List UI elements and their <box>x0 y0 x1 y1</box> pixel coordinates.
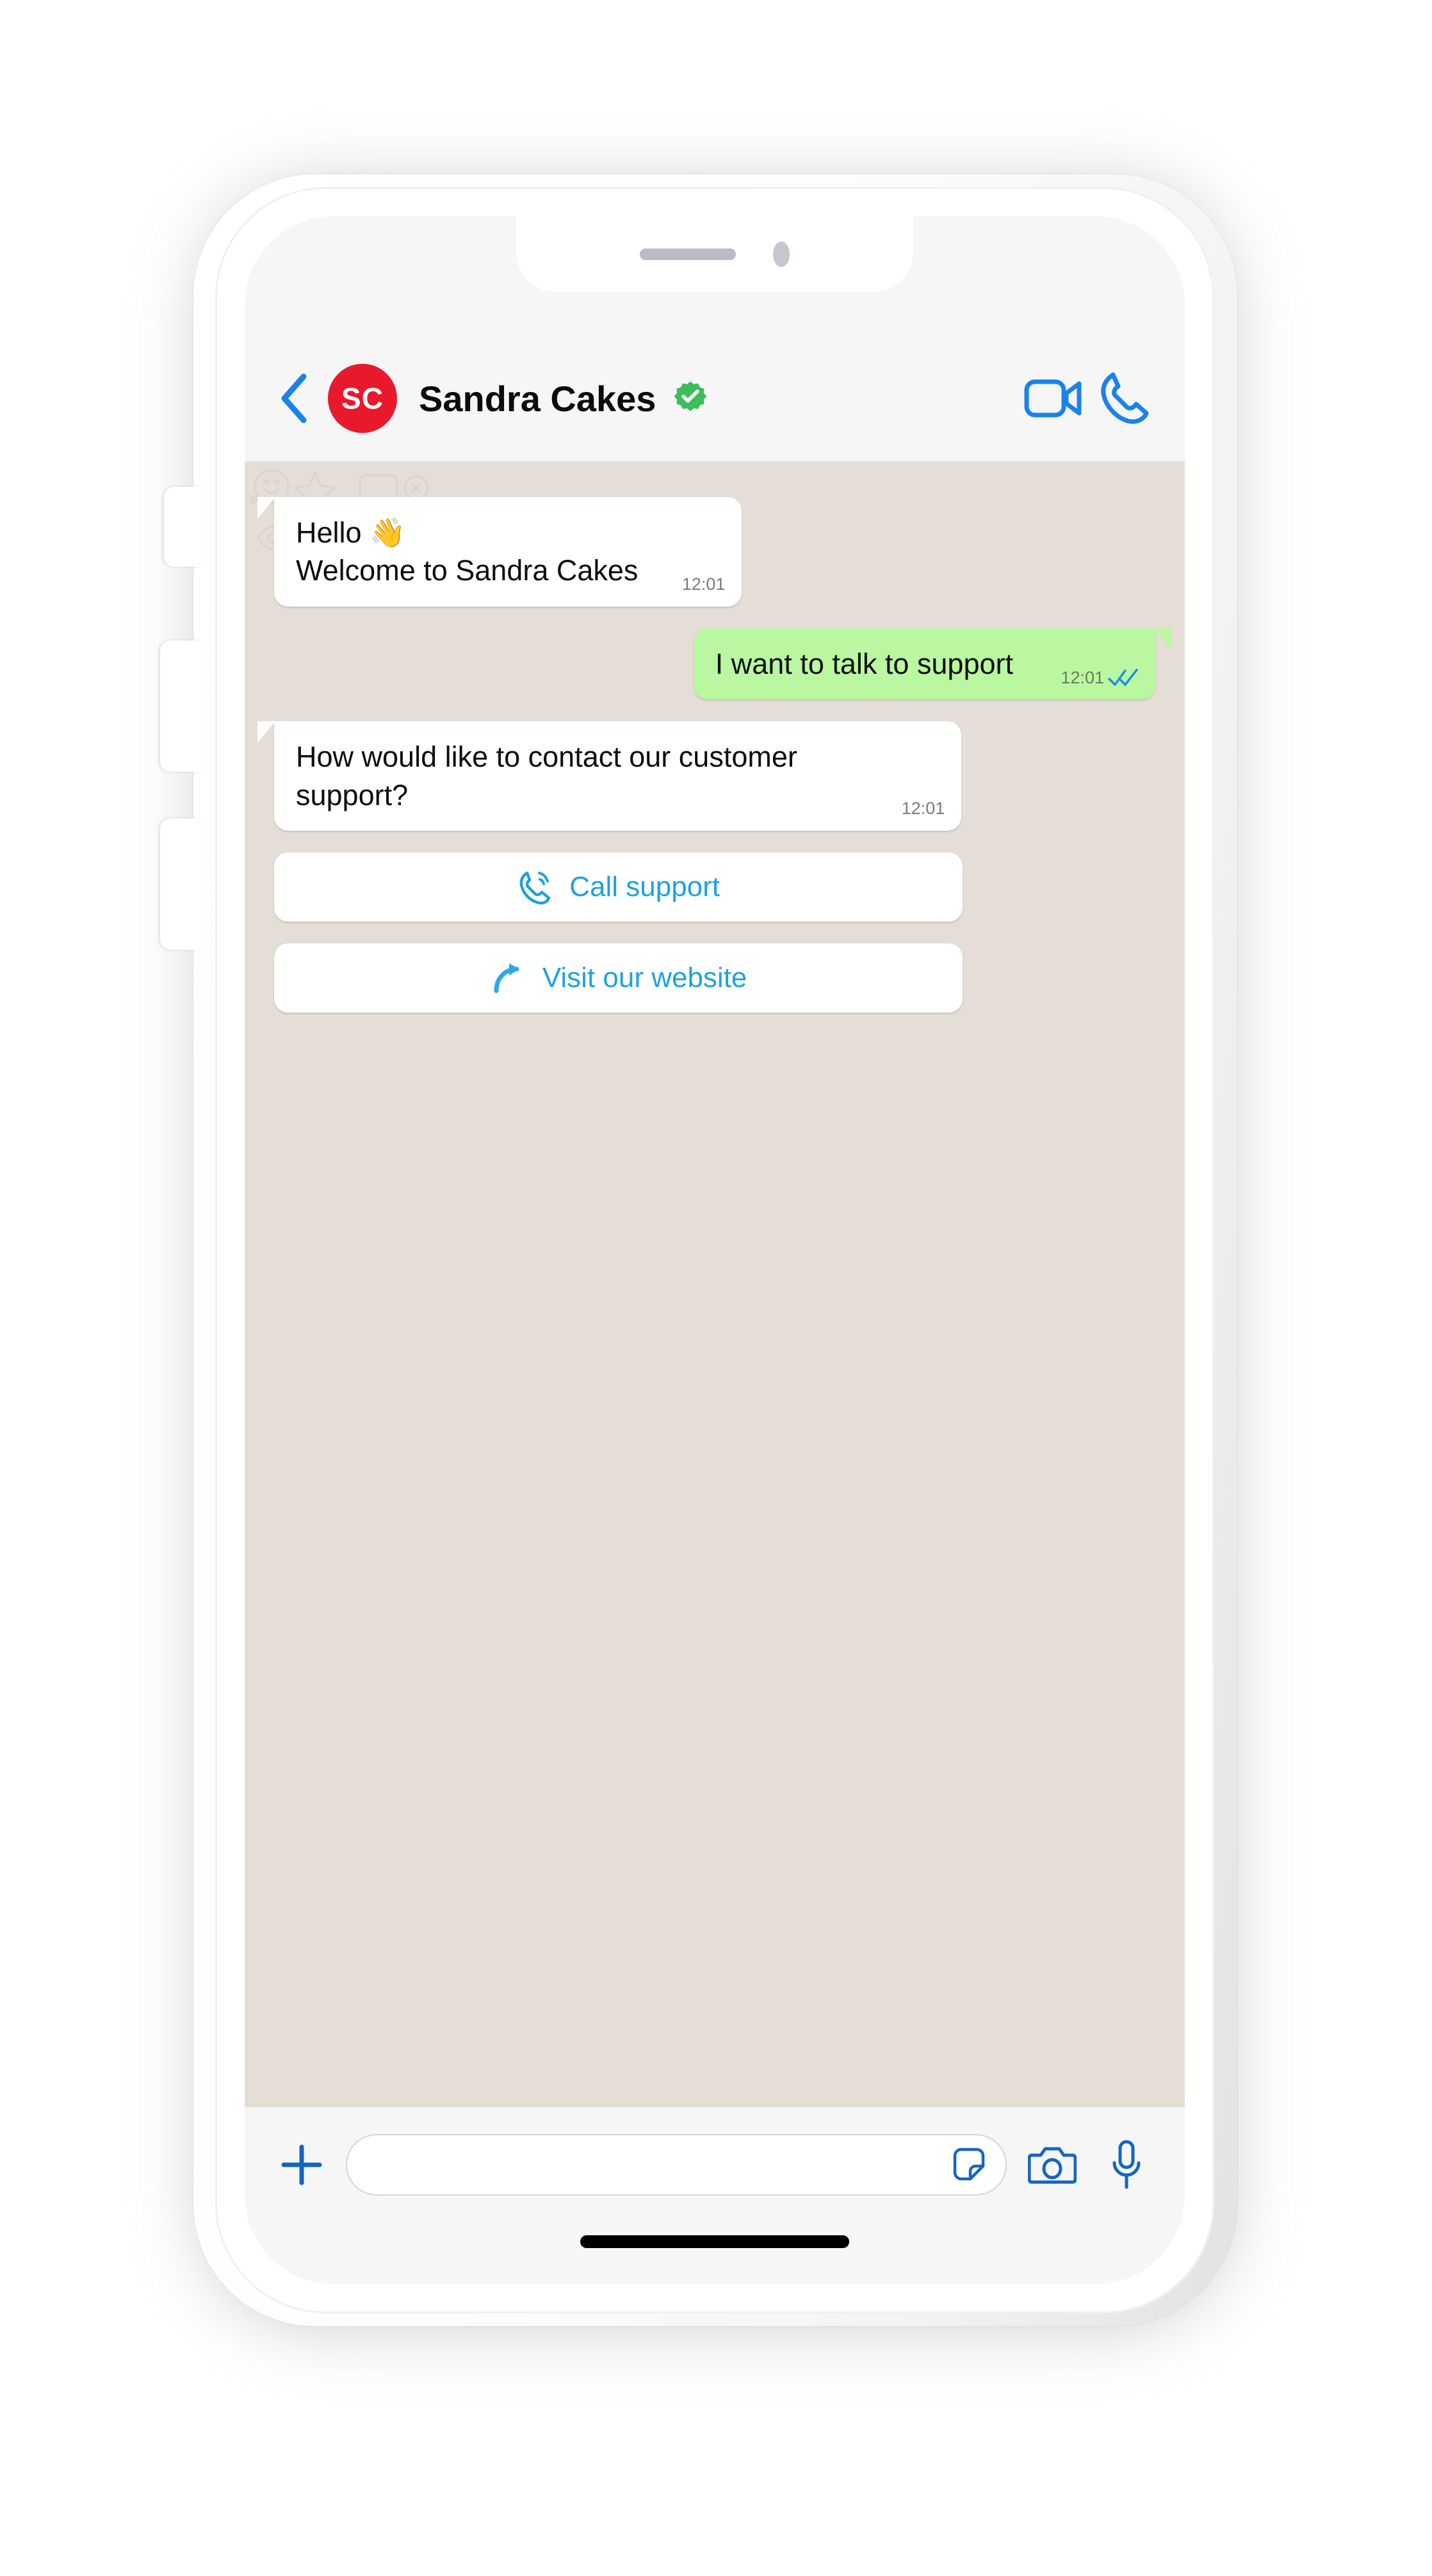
message-meta: 12:01 <box>1061 667 1139 690</box>
message-row: How would like to contact our customer s… <box>257 721 1155 831</box>
message-text: Hello 👋 Welcome to Sandra Cakes <box>296 516 639 587</box>
verified-badge <box>672 380 708 416</box>
message-meta: 12:01 <box>902 797 945 820</box>
phone-handset-icon <box>1101 372 1149 424</box>
quick-reply-call-support[interactable]: Call support <box>274 852 963 922</box>
verified-check-icon <box>674 381 707 411</box>
attach-button[interactable] <box>274 2134 329 2196</box>
message-bubble-incoming[interactable]: How would like to contact our customer s… <box>257 721 962 831</box>
message-text: How would like to contact our customer s… <box>296 740 797 811</box>
back-button[interactable] <box>270 371 316 425</box>
message-timestamp: 12:01 <box>681 575 726 594</box>
voice-call-button[interactable] <box>1089 368 1159 429</box>
avatar-initials: SC <box>341 382 384 415</box>
microphone-button[interactable] <box>1098 2134 1155 2196</box>
quick-reply-label: Visit our website <box>542 961 747 993</box>
curved-arrow-icon <box>494 963 519 993</box>
volume-down-button[interactable] <box>160 819 202 950</box>
chevron-left-icon <box>281 373 307 423</box>
silent-switch-button[interactable] <box>164 487 202 567</box>
sticker-button[interactable] <box>949 2145 989 2185</box>
video-camera-icon <box>1024 379 1082 418</box>
sticker-icon <box>953 2148 985 2181</box>
message-row: I want to talk to support 12:01 <box>274 628 1173 700</box>
phone-notch <box>516 216 913 292</box>
message-list: Hello 👋 Welcome to Sandra Cakes 12:01 I … <box>245 461 1185 1013</box>
camera-button[interactable] <box>1023 2134 1081 2196</box>
read-receipt-double-check-icon <box>1108 669 1138 687</box>
message-bubble-outgoing[interactable]: I want to talk to support 12:01 <box>693 628 1173 700</box>
message-row: Hello 👋 Welcome to Sandra Cakes 12:01 <box>257 497 1155 607</box>
video-call-button[interactable] <box>1018 368 1089 429</box>
message-input-bar <box>245 2107 1185 2284</box>
chat-message-area[interactable]: Hello 👋 Welcome to Sandra Cakes 12:01 I … <box>245 461 1185 2107</box>
microphone-icon <box>1112 2140 1141 2189</box>
front-camera-icon <box>773 241 790 267</box>
message-bubble-incoming[interactable]: Hello 👋 Welcome to Sandra Cakes 12:01 <box>257 497 742 607</box>
quick-reply-visit-website[interactable]: Visit our website <box>274 943 963 1013</box>
camera-icon <box>1028 2147 1077 2184</box>
message-timestamp: 12:01 <box>1061 667 1104 687</box>
phone-screen: SC Sandra Cakes Hello 👋 Welcome to Sandr… <box>245 216 1185 2284</box>
message-meta: 12:01 <box>682 573 726 596</box>
earpiece-speaker-icon <box>640 249 736 260</box>
message-input-field[interactable] <box>346 2134 1007 2196</box>
plus-icon <box>281 2144 322 2185</box>
screenshot-canvas: SC Sandra Cakes Hello 👋 Welcome to Sandr… <box>0 0 1432 2576</box>
home-indicator[interactable] <box>580 2235 849 2248</box>
contact-name[interactable]: Sandra Cakes <box>419 378 656 420</box>
volume-up-button[interactable] <box>160 640 202 772</box>
avatar[interactable]: SC <box>328 364 397 433</box>
message-timestamp: 12:01 <box>901 799 945 819</box>
quick-reply-label: Call support <box>569 870 720 902</box>
phone-call-icon <box>519 871 551 905</box>
